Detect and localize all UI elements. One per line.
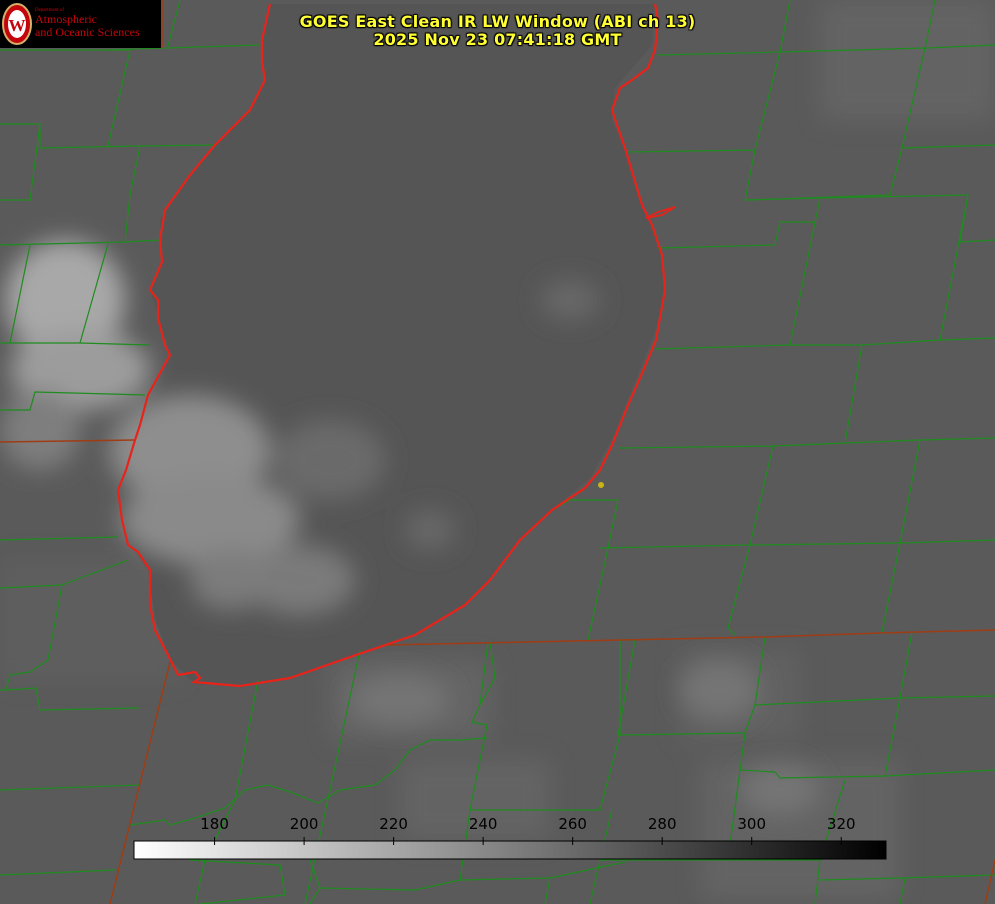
satellite-map [0,0,995,904]
colorbar [133,840,887,860]
colorbar-tick-label: 300 [737,815,767,833]
colorbar-tick-label: 260 [558,815,587,833]
colorbar-tick-label: 180 [200,815,229,833]
colorbar-tick-label: 280 [647,815,677,833]
colorbar-tick-label: 320 [826,815,856,833]
location-marker-icon [598,482,604,488]
colorbar-tick-label: 220 [379,815,408,833]
image-title: GOES East Clean IR LW Window (ABI ch 13) [299,12,696,31]
colorbar-tick-label: 200 [289,815,319,833]
image-timestamp: 2025 Nov 23 07:41:18 GMT [373,30,622,49]
colorbar-tick-label: 240 [468,815,498,833]
